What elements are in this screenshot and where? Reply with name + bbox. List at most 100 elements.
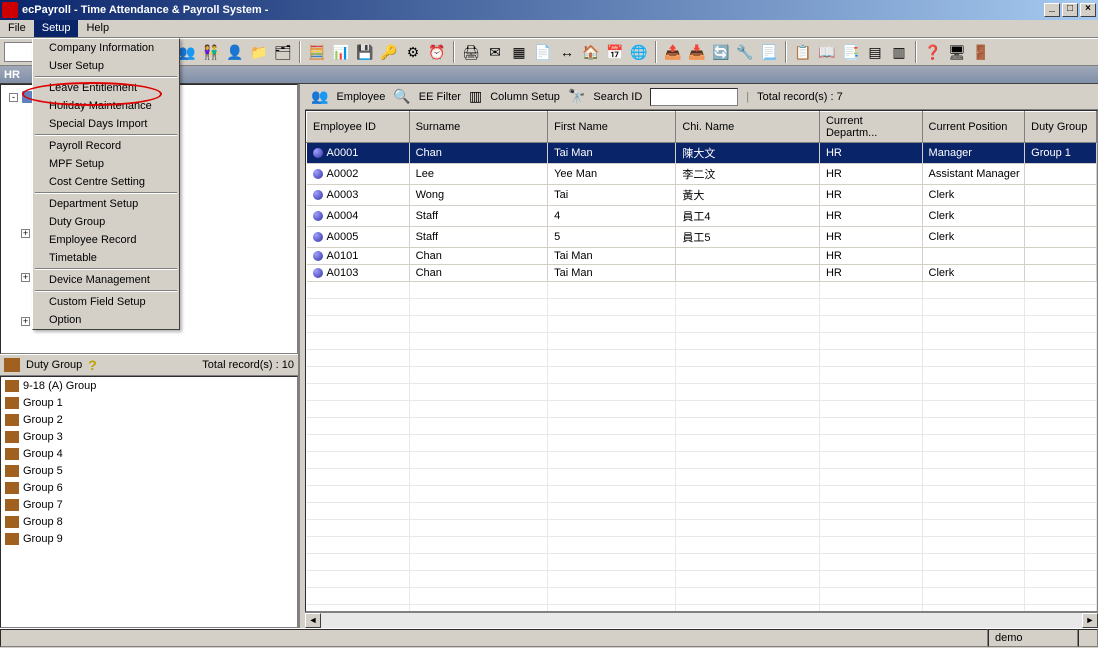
menuitem-custom-field-setup[interactable]: Custom Field Setup	[33, 293, 179, 311]
print-icon[interactable]: 🖨	[460, 41, 482, 63]
help-icon[interactable]: ❓	[922, 41, 944, 63]
table-row[interactable]: A0001ChanTai Man陳大文HRManagerGroup 1	[307, 143, 1097, 164]
calendar-icon[interactable]: 📅	[604, 41, 626, 63]
table-row[interactable]: A0002LeeYee Man李二汶HRAssistant Manager	[307, 164, 1097, 185]
dutygroup-item[interactable]: 9-18 (A) Group	[1, 377, 297, 394]
search-id-input[interactable]	[650, 88, 738, 106]
filter-icon[interactable]: 🔍	[393, 88, 410, 105]
grid-icon[interactable]: ▦	[508, 41, 530, 63]
menuitem-payroll-record[interactable]: Payroll Record	[33, 137, 179, 155]
expand-icon[interactable]: +	[21, 273, 30, 282]
scroll-track[interactable]	[321, 613, 1082, 628]
scroll-left-button[interactable]: ◄	[305, 613, 321, 628]
menuitem-duty-group[interactable]: Duty Group	[33, 213, 179, 231]
sync-icon[interactable]: 🔄	[710, 41, 732, 63]
expand-icon[interactable]: +	[21, 229, 30, 238]
table-row[interactable]: A0005Staff5員工5HRClerk	[307, 227, 1097, 248]
table-row[interactable]: A0003WongTai黃大HRClerk	[307, 185, 1097, 206]
column-header[interactable]: Surname	[409, 112, 548, 143]
doc2-icon[interactable]: 📋	[792, 41, 814, 63]
maximize-button[interactable]: □	[1062, 3, 1078, 17]
menuitem-holiday-maintenance[interactable]: Holiday Maintenance	[33, 97, 179, 115]
menuitem-timetable[interactable]: Timetable	[33, 249, 179, 267]
dutygroup-item[interactable]: Group 3	[1, 428, 297, 445]
dutygroup-item[interactable]: Group 5	[1, 462, 297, 479]
tool-icon[interactable]: 🔧	[734, 41, 756, 63]
transfer-icon[interactable]: ↔	[556, 41, 578, 63]
globe-icon[interactable]: 🌐	[628, 41, 650, 63]
key-icon[interactable]: 🔑	[378, 41, 400, 63]
table-row[interactable]: A0103ChanTai ManHRClerk	[307, 265, 1097, 282]
dutygroup-list[interactable]: 9-18 (A) GroupGroup 1Group 2Group 3Group…	[0, 376, 298, 628]
horizontal-scrollbar[interactable]: ◄ ►	[305, 612, 1098, 628]
column-header[interactable]: Chi. Name	[676, 112, 820, 143]
list-icon[interactable]: 📑	[840, 41, 862, 63]
import-icon[interactable]: 📥	[686, 41, 708, 63]
menuitem-cost-centre-setting[interactable]: Cost Centre Setting	[33, 173, 179, 191]
table-cell: HR	[819, 185, 922, 206]
table-row[interactable]: A0004Staff4員工4HRClerk	[307, 206, 1097, 227]
empty-cell	[548, 537, 676, 554]
help-icon[interactable]: ?	[88, 357, 97, 373]
menu-file[interactable]: File	[0, 20, 34, 37]
dutygroup-item[interactable]: Group 4	[1, 445, 297, 462]
menuitem-user-setup[interactable]: User Setup	[33, 57, 179, 75]
mail-icon[interactable]: ✉	[484, 41, 506, 63]
minimize-button[interactable]: _	[1044, 3, 1060, 17]
device-icon[interactable]: 🖥	[946, 41, 968, 63]
table-cell: 4	[548, 206, 676, 227]
menuitem-employee-record[interactable]: Employee Record	[33, 231, 179, 249]
dutygroup-item[interactable]: Group 2	[1, 411, 297, 428]
expand-icon[interactable]: +	[21, 317, 30, 326]
clock-icon[interactable]: ⏰	[426, 41, 448, 63]
dutygroup-item[interactable]: Group 6	[1, 479, 297, 496]
menuitem-mpf-setup[interactable]: MPF Setup	[33, 155, 179, 173]
ee-filter-label[interactable]: EE Filter	[419, 91, 461, 103]
scroll-right-button[interactable]: ►	[1082, 613, 1098, 628]
dutygroup-item[interactable]: Group 8	[1, 513, 297, 530]
employee-grid[interactable]: Employee IDSurnameFirst NameChi. NameCur…	[305, 110, 1098, 612]
menu-setup[interactable]: Setup	[34, 20, 79, 37]
menuitem-option[interactable]: Option	[33, 311, 179, 329]
columns-icon[interactable]: ▥	[469, 88, 482, 105]
home-icon[interactable]: 🏠	[580, 41, 602, 63]
binoculars-icon[interactable]: 🔭	[568, 88, 585, 105]
calculator-icon[interactable]: 🧮	[306, 41, 328, 63]
exit-icon[interactable]: 🚪	[970, 41, 992, 63]
person-icon[interactable]: 👤	[224, 41, 246, 63]
document-icon[interactable]: 📄	[532, 41, 554, 63]
menuitem-special-days-import[interactable]: Special Days Import	[33, 115, 179, 133]
book-icon[interactable]: 📖	[816, 41, 838, 63]
column-header[interactable]: Current Position	[922, 112, 1025, 143]
menuitem-company-information[interactable]: Company Information	[33, 39, 179, 57]
column-header[interactable]: First Name	[548, 112, 676, 143]
item-icon	[5, 397, 19, 409]
dutygroup-item[interactable]: Group 9	[1, 530, 297, 547]
column-header[interactable]: Employee ID	[307, 112, 410, 143]
column-header[interactable]: Current Departm...	[819, 112, 922, 143]
dutygroup-item[interactable]: Group 1	[1, 394, 297, 411]
menuitem-leave-entitlement[interactable]: Leave Entitlement	[33, 79, 179, 97]
chart-icon[interactable]: 📊	[330, 41, 352, 63]
folder-icon[interactable]: 📁	[248, 41, 270, 63]
table-icon[interactable]: ▤	[864, 41, 886, 63]
collapse-icon[interactable]: -	[9, 93, 18, 102]
menuitem-device-management[interactable]: Device Management	[33, 271, 179, 289]
menu-help[interactable]: Help	[78, 20, 117, 37]
column-header[interactable]: Duty Group	[1025, 112, 1097, 143]
menuitem-department-setup[interactable]: Department Setup	[33, 195, 179, 213]
empty-cell	[922, 282, 1025, 299]
close-button[interactable]: ×	[1080, 3, 1096, 17]
gear-icon[interactable]: ⚙	[402, 41, 424, 63]
column-setup-label[interactable]: Column Setup	[490, 91, 560, 103]
export-icon[interactable]: 📤	[662, 41, 684, 63]
card-icon[interactable]: 🗂	[272, 41, 294, 63]
page-icon[interactable]: 📃	[758, 41, 780, 63]
form-icon[interactable]: ▥	[888, 41, 910, 63]
table-row[interactable]: A0101ChanTai ManHR	[307, 248, 1097, 265]
floppy-icon[interactable]: 💾	[354, 41, 376, 63]
group-icon[interactable]: 👫	[200, 41, 222, 63]
empty-row	[307, 282, 1097, 299]
dutygroup-item[interactable]: Group 7	[1, 496, 297, 513]
employee-label[interactable]: Employee	[336, 91, 385, 103]
